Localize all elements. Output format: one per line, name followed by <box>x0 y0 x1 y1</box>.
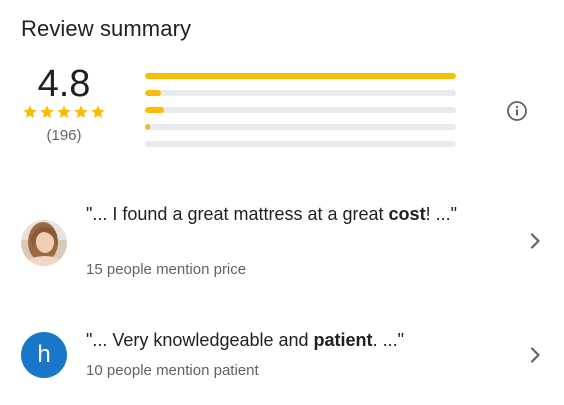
chevron-right-icon[interactable] <box>526 232 544 250</box>
star-rating <box>14 104 114 124</box>
rating-bar-fill <box>145 107 164 113</box>
star-icon <box>40 105 54 118</box>
rating-bar-2-star <box>145 124 456 130</box>
section-title: Review summary <box>21 16 192 41</box>
review-quote: "... I found a great mattress at a great… <box>86 204 457 224</box>
star-icon <box>74 105 88 118</box>
star-icon <box>57 105 71 118</box>
rating-bar-5-star <box>145 73 456 79</box>
rating-bar-fill <box>145 90 161 96</box>
rating-distribution <box>145 73 456 158</box>
rating-bar-fill <box>145 73 456 79</box>
star-icon <box>23 105 37 118</box>
rating-bar-fill <box>145 124 150 130</box>
reviewer-avatar: h <box>21 332 67 378</box>
info-icon[interactable] <box>505 99 529 123</box>
mention-count: 15 people mention price <box>86 261 247 278</box>
review-mention-patient[interactable]: h "... Very knowledgeable and patient. .… <box>0 322 564 392</box>
review-quote: "... Very knowledgeable and patient. ...… <box>86 330 404 350</box>
review-count: (196) <box>46 127 82 144</box>
star-icon <box>91 105 105 118</box>
rating-summary: 4.8 (196) <box>14 64 114 144</box>
rating-bar-1-star <box>145 141 456 147</box>
review-mention-price[interactable]: "... I found a great mattress at a great… <box>0 198 564 288</box>
average-rating: 4.8 <box>37 63 91 105</box>
reviewer-avatar <box>21 220 67 266</box>
chevron-right-icon[interactable] <box>526 346 544 364</box>
rating-bar-3-star <box>145 107 456 113</box>
rating-bar-4-star <box>145 90 456 96</box>
mention-count: 10 people mention patient <box>86 362 259 379</box>
